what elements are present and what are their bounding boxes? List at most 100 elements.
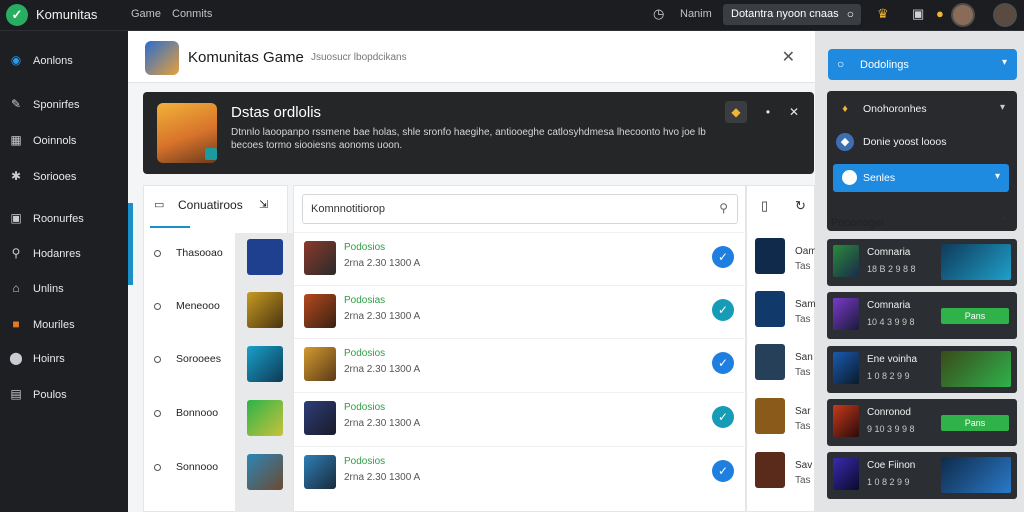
collapse-icon[interactable]: ⇲ [259, 198, 268, 211]
coin-icon[interactable]: ● [936, 6, 944, 21]
side-list-thumbnail [755, 398, 785, 434]
copy-icon[interactable]: ▯ [761, 198, 768, 214]
promo-title: Coe Fiinon [867, 460, 916, 471]
check-icon[interactable]: ✓ [712, 406, 734, 428]
sidebar-item-label: Aonlons [33, 55, 73, 67]
trophy-icon[interactable]: ♛ [877, 6, 889, 22]
chevron-down-icon: ▾ [999, 102, 1005, 113]
side-list-item[interactable]: Oam Tas [747, 232, 817, 285]
radio-icon [154, 303, 161, 310]
promo-cta-button[interactable]: Pans [941, 415, 1009, 431]
sidebar-item-6[interactable]: ⌂ Unlins [0, 275, 128, 305]
side-list-thumbnail [755, 344, 785, 380]
user-avatar[interactable] [993, 3, 1017, 27]
nav-link-game[interactable]: Game [131, 8, 161, 20]
tab-categories[interactable]: Conuatiroos [178, 198, 243, 212]
promo-title: Comnaria [867, 300, 911, 311]
more-icon[interactable]: • [757, 101, 779, 123]
side-list-item[interactable]: San Tas [747, 338, 816, 391]
sidebar-item-label: Soriooes [33, 171, 77, 183]
sidebar-item-1[interactable]: ✎ Sponirfes [0, 91, 128, 121]
promo-card[interactable]: Coe Fiinon 1 0 8 2 9 9 [827, 452, 1017, 499]
brush-icon: ✎ [10, 97, 22, 111]
sidebar-item-9[interactable]: ▤ Poulos [0, 381, 128, 411]
star-thumbnail-icon[interactable] [247, 239, 283, 275]
result-row[interactable]: Podosios 2rna 2.30 1300 A ✓ [294, 446, 747, 499]
gift-icon[interactable]: ▣ [912, 6, 924, 22]
banner-title: Dstas ordlolis [231, 104, 322, 121]
promo-card[interactable]: Ene voinha 1 0 8 2 9 9 [827, 346, 1017, 393]
filter-item[interactable]: ♦ Onohoronhes ▾ [827, 93, 1017, 125]
side-list-sub: Tas [795, 367, 811, 378]
friend-avatar[interactable] [951, 3, 975, 27]
banner-close-icon[interactable]: ✕ [783, 101, 805, 123]
clock-icon[interactable]: ◷ [653, 6, 664, 22]
weapon-thumbnail-icon[interactable] [247, 346, 283, 382]
search-icon[interactable]: ⚲ [719, 201, 728, 215]
category-label: Meneooo [176, 300, 220, 312]
close-icon[interactable]: ✕ [782, 47, 795, 67]
top-search-field[interactable]: Dotantra nyoon cnaas ○ [723, 4, 861, 25]
promo-meta: 10 4 3 9 9 8 [867, 317, 915, 327]
app-logo-icon[interactable]: ✓ [6, 4, 28, 26]
results-search-input[interactable]: Komnnotitiorop ⚲ [302, 194, 738, 224]
result-row[interactable]: Podosios 2rna 2.30 1300 A ✓ [294, 232, 747, 285]
check-icon[interactable]: ✓ [712, 352, 734, 374]
chevron-up-icon[interactable]: ⌃ [1000, 215, 1009, 228]
app-title[interactable]: Komunitas [36, 7, 97, 22]
image-icon: ▣ [10, 211, 22, 225]
coin-thumbnail-icon[interactable] [247, 400, 283, 436]
result-meta: 2rna 2.30 1300 A [344, 258, 421, 269]
promo-art [941, 351, 1011, 387]
side-list-thumbnail [755, 238, 785, 274]
result-name: Podosios [344, 456, 386, 467]
tag-icon: ⚲ [11, 246, 21, 260]
sidebar-item-7[interactable]: ■ Mouriles [0, 311, 128, 341]
active-tab-indicator [150, 226, 190, 228]
check-icon[interactable]: ✓ [712, 246, 734, 268]
check-icon[interactable]: ✓ [712, 460, 734, 482]
search-icon[interactable]: ○ [847, 7, 854, 21]
sidebar-item-4[interactable]: ▣ Roonurfes [0, 205, 128, 235]
filter-item-selected[interactable]: Senles ▾ [833, 164, 1009, 192]
filter-label: Onohoronhes [863, 103, 927, 115]
side-list-item[interactable]: Sam Tas [747, 285, 816, 338]
sidebar-item-label: Hodanres [33, 248, 81, 260]
result-row[interactable]: Podosias 2rna 2.30 1300 A ✓ [294, 285, 747, 338]
category-thumbnails [235, 233, 293, 512]
sidebar-item-0[interactable]: ◉ Aonlons [0, 47, 128, 77]
top-bar: ✓ Komunitas Game Conmits ◷ Nanim Dotantr… [0, 0, 1024, 31]
result-row[interactable]: Podosios 2rna 2.30 1300 A ✓ [294, 392, 747, 445]
result-meta: 2rna 2.30 1300 A [344, 311, 421, 322]
promo-meta: 9 10 3 9 9 8 [867, 424, 915, 434]
soldier-thumbnail-icon[interactable] [247, 454, 283, 490]
filter-item[interactable]: ◆ Donie yoost looos [827, 126, 1017, 158]
promo-card[interactable]: Conronod 9 10 3 9 9 8 Pans [827, 399, 1017, 446]
nav-link-community[interactable]: Conmits [172, 8, 212, 20]
check-icon[interactable]: ✓ [712, 299, 734, 321]
sidebar-item-5[interactable]: ⚲ Hodanres [0, 240, 128, 270]
featured-banner[interactable]: Dstas ordlolis Dtnnlo laoopanpo rssmene … [143, 92, 814, 174]
promo-cta-button[interactable]: Pans [941, 308, 1009, 324]
sidebar-item-2[interactable]: ▦ Ooinnols [0, 127, 128, 157]
promo-card[interactable]: Comnaria 18 B 2 9 8 8 [827, 239, 1017, 286]
category-label: Thasooao [176, 247, 223, 259]
dropdown-button[interactable]: ○ Dodolings ▾ [828, 49, 1017, 80]
user-name-label[interactable]: Nanim [680, 8, 712, 20]
refresh-icon[interactable]: ↻ [795, 198, 806, 214]
reward-icon[interactable]: ◆ [725, 101, 747, 123]
side-list-sub: Tas [795, 314, 811, 325]
sidebar-item-8[interactable]: ⬤ Hoinrs [0, 345, 128, 375]
top-search-text: Dotantra nyoon cnaas [731, 8, 839, 20]
sidebar-item-label: Sponirfes [33, 99, 80, 111]
promo-card[interactable]: Comnaria 10 4 3 9 9 8 Pans [827, 292, 1017, 339]
scroll-indicator[interactable] [128, 203, 133, 285]
promo-meta: 18 B 2 9 8 8 [867, 264, 916, 274]
result-row[interactable]: Podosios 2rna 2.30 1300 A ✓ [294, 338, 747, 391]
side-list-item[interactable]: Sav Tas [747, 446, 816, 499]
helmet-thumbnail-icon[interactable] [247, 292, 283, 328]
side-list-item[interactable]: Sar Tas [747, 392, 816, 445]
sidebar-item-3[interactable]: ✱ Soriooes [0, 163, 128, 193]
main-content: Komunitas Game Jsuosucr lbopdcikans ✕ Ds… [128, 31, 817, 512]
results-search-text: Komnnotitiorop [311, 203, 385, 215]
